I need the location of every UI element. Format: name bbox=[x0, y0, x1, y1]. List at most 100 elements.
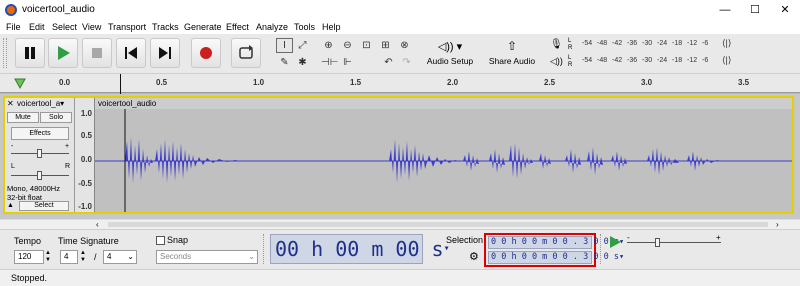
tempo-input[interactable]: 120 bbox=[14, 250, 44, 264]
gear-icon[interactable]: ⚙ bbox=[469, 250, 479, 263]
snap-checkbox[interactable] bbox=[156, 236, 165, 245]
zoom-out-icon[interactable]: ⊖ bbox=[339, 38, 356, 53]
select-tool-icon[interactable]: I bbox=[276, 38, 293, 53]
tempo-stepper-icon[interactable]: ▲ ▼ bbox=[45, 250, 51, 264]
chevron-down-icon: ⌄ bbox=[127, 252, 134, 261]
meter-tick: -18 bbox=[672, 40, 683, 47]
menu-help[interactable]: Help bbox=[322, 22, 341, 32]
menu-edit[interactable]: Edit bbox=[29, 22, 45, 32]
meter-channel-r: R bbox=[568, 45, 573, 51]
audio-setup-button[interactable]: ◁)) ▾ Audio Setup bbox=[424, 37, 476, 71]
toolbar-grip[interactable] bbox=[3, 38, 7, 68]
menu-tracks[interactable]: Tracks bbox=[152, 22, 179, 32]
menu-analyze[interactable]: Analyze bbox=[256, 22, 288, 32]
snap-label: Snap bbox=[167, 235, 189, 245]
record-icon bbox=[200, 47, 212, 59]
selection-start-time[interactable]: 0 0 h 0 0 m 0 0 . 3 0 0 s▾ bbox=[488, 236, 624, 249]
time-signature-label: Time Signature bbox=[58, 236, 119, 246]
menu-transport[interactable]: Transport bbox=[108, 22, 146, 32]
gain-slider-thumb[interactable] bbox=[37, 149, 42, 158]
mute-button[interactable]: Mute bbox=[7, 112, 39, 123]
silence-icon[interactable]: ⊩ bbox=[339, 55, 356, 70]
meter-tick: -54 bbox=[582, 57, 593, 64]
vertical-scale[interactable]: 1.0 0.5 0.0 -0.5 -1.0 bbox=[75, 98, 95, 212]
menu-file[interactable]: File bbox=[6, 22, 21, 32]
menu-generate[interactable]: Generate bbox=[184, 22, 222, 32]
play-speed-slider[interactable] bbox=[627, 238, 721, 247]
play-meter-channels: L R bbox=[568, 55, 572, 69]
collapse-track-icon[interactable]: ▲ bbox=[7, 202, 17, 211]
timeline-ruler[interactable]: 0.0 0.5 1.0 1.5 2.0 2.5 3.0 3.5 bbox=[0, 74, 800, 94]
scale-label: 1.0 bbox=[80, 109, 92, 118]
toolbar-grip[interactable] bbox=[263, 234, 266, 264]
horizontal-scrollbar[interactable]: ‹ › bbox=[0, 219, 800, 229]
audio-track[interactable]: ✕ voicertool_a▾ Mute Solo Effects - + L … bbox=[3, 96, 794, 214]
envelope-tool-icon[interactable]: ⤢ bbox=[294, 38, 311, 53]
multi-tool-icon[interactable]: ✱ bbox=[294, 55, 311, 70]
selection-end-time[interactable]: 0 0 h 0 0 m 0 0 . 3 0 0 s▾ bbox=[488, 251, 624, 264]
time-sig-denominator[interactable]: 4 ⌄ bbox=[103, 250, 137, 264]
zoom-toggle-icon[interactable]: ⊗ bbox=[396, 38, 413, 53]
meter-tick: -54 bbox=[582, 40, 593, 47]
time-sig-numerator[interactable]: 4 bbox=[60, 250, 78, 264]
speaker-meter-icon[interactable]: ◁)) bbox=[550, 56, 563, 67]
menu-view[interactable]: View bbox=[82, 22, 101, 32]
meter-tick: -30 bbox=[642, 40, 653, 47]
snap-unit-select[interactable]: Seconds ⌄ bbox=[156, 250, 258, 264]
clip-name[interactable]: voicertool_audio bbox=[95, 98, 792, 109]
menu-tools[interactable]: Tools bbox=[294, 22, 315, 32]
status-bar: Stopped. bbox=[0, 269, 800, 286]
loop-button[interactable] bbox=[231, 38, 261, 68]
meter-tick: -18 bbox=[672, 57, 683, 64]
loop-icon bbox=[239, 45, 253, 59]
gain-slider[interactable] bbox=[11, 149, 69, 158]
play-button[interactable] bbox=[48, 38, 78, 68]
scroll-left-icon[interactable]: ‹ bbox=[96, 220, 99, 229]
meter-tick: -30 bbox=[642, 57, 653, 64]
menu-effect[interactable]: Effect bbox=[226, 22, 249, 32]
fit-selection-icon[interactable]: ⊡ bbox=[358, 38, 375, 53]
scroll-right-icon[interactable]: › bbox=[776, 220, 779, 229]
menu-bar: File Edit Select View Transport Tracks G… bbox=[0, 20, 800, 34]
playback-meter[interactable]: -54 -48 -42 -36 -30 -24 -18 -12 -6 ⟨|⟩ bbox=[582, 55, 732, 70]
menu-select[interactable]: Select bbox=[52, 22, 77, 32]
solo-button[interactable]: Solo bbox=[40, 112, 72, 123]
chevron-down-icon: ▾ bbox=[618, 252, 625, 262]
play-speed-slider-thumb[interactable] bbox=[655, 238, 660, 247]
toolbar-grip[interactable] bbox=[600, 234, 603, 264]
minimize-button[interactable]: — bbox=[710, 0, 740, 20]
time-display[interactable]: 00 h 00 m 00 s▾ bbox=[270, 234, 450, 264]
pause-button[interactable] bbox=[15, 38, 45, 68]
scroll-thumb[interactable] bbox=[108, 222, 768, 227]
trim-icon[interactable]: ⊣⊢ bbox=[320, 55, 338, 70]
play-at-speed-icon[interactable] bbox=[608, 235, 622, 249]
record-meter[interactable]: -54 -48 -42 -36 -30 -24 -18 -12 -6 ⟨|⟩ bbox=[582, 38, 732, 53]
share-audio-button[interactable]: ⇧ Share Audio bbox=[486, 37, 538, 71]
track-close-icon[interactable]: ✕ bbox=[7, 99, 16, 108]
time-sig-num-stepper-icon[interactable]: ▲ ▼ bbox=[80, 250, 86, 264]
select-track-button[interactable]: Select bbox=[19, 201, 69, 211]
play-speed-minus: - bbox=[627, 233, 630, 242]
draw-tool-icon[interactable]: ✎ bbox=[276, 55, 293, 70]
stop-icon bbox=[92, 48, 102, 58]
pan-slider[interactable] bbox=[11, 171, 69, 180]
effects-button[interactable]: Effects bbox=[11, 127, 69, 140]
redo-icon[interactable]: ↷ bbox=[398, 55, 415, 70]
waveform-view[interactable]: voicertool_audio bbox=[95, 98, 792, 212]
skip-to-start-button[interactable] bbox=[116, 38, 146, 68]
record-meter-channels: L R bbox=[568, 38, 572, 52]
mic-icon[interactable]: 🎙 bbox=[550, 39, 563, 50]
fit-project-icon[interactable]: ⊞ bbox=[377, 38, 394, 53]
meter-tick: -24 bbox=[657, 40, 668, 47]
track-name-menu[interactable]: voicertool_a▾ bbox=[17, 99, 73, 109]
time-sig-separator: / bbox=[94, 252, 97, 262]
undo-icon[interactable]: ↶ bbox=[380, 55, 397, 70]
skip-to-end-button[interactable] bbox=[150, 38, 180, 68]
scale-label: 0.0 bbox=[80, 155, 92, 164]
maximize-button[interactable]: ☐ bbox=[740, 0, 770, 20]
record-button[interactable] bbox=[191, 38, 221, 68]
close-button[interactable]: ✕ bbox=[770, 0, 800, 20]
stop-button[interactable] bbox=[82, 38, 112, 68]
zoom-in-icon[interactable]: ⊕ bbox=[320, 38, 337, 53]
pan-slider-thumb[interactable] bbox=[37, 171, 42, 180]
